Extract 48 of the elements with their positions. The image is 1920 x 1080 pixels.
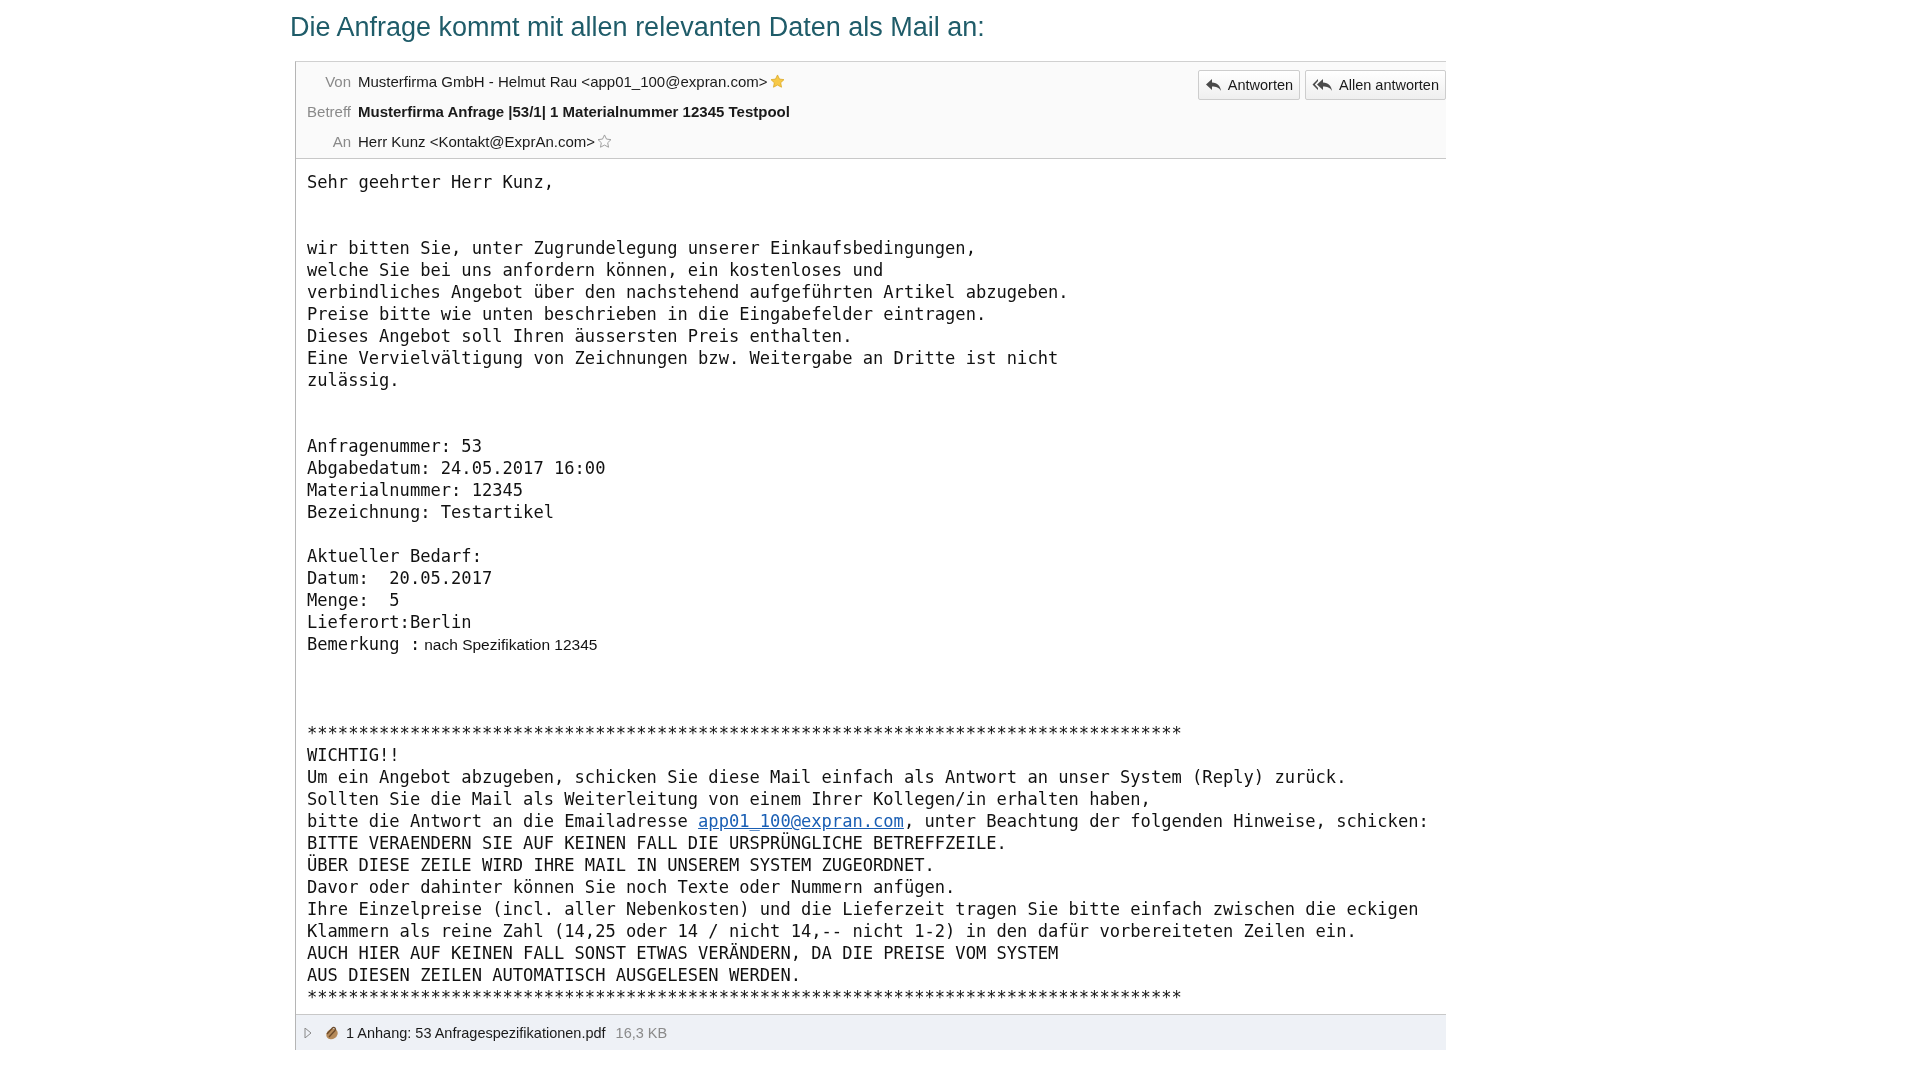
text-line: Sollten Sie die Mail als Weiterleitung von einem Ihrer Kollegen/in erhalten haben,: [307, 788, 1152, 810]
paperclip-icon: [324, 1024, 340, 1041]
text-line: WICHTIG!!: [307, 744, 401, 766]
text-line: Sehr geehrter Herr Kunz,: [307, 171, 555, 193]
header-value: Herr Kunz <Kontakt@ExprAn.com>: [358, 132, 595, 150]
page-heading: Die Anfrage kommt mit allen relevanten Daten als Mail an:: [290, 12, 986, 43]
reply-arrow-icon: [1204, 77, 1223, 93]
reply-all-button[interactable]: Allen antworten: [1305, 70, 1446, 100]
text-line: *************************************************************************************: [307, 986, 1183, 1008]
text-line: Lieferort:Berlin: [307, 611, 473, 633]
text-line: welche Sie bei uns anfordern können, ein kostenloses und: [307, 259, 885, 281]
text-line: Eine Vervielvältigung von Zeichnungen bzw. Weitergabe an Dritte ist nicht: [307, 347, 1060, 369]
text-line: zulässig.: [307, 369, 401, 391]
text-line: Klammern als reine Zahl (14,25 oder 14 / nicht 14,-- nicht 1-2) in den dafür vorbereiteten Zeilen ein.: [307, 920, 1358, 942]
text-line: verbindliches Angebot über den nachstehend aufgeführten Artikel abzugeben.: [307, 281, 1070, 303]
star-icon[interactable]: [769, 73, 785, 89]
text-line: Datum: 20.05.2017: [307, 567, 494, 589]
text-line: Materialnummer: 12345: [307, 479, 525, 501]
text-line: Um ein Angebot abzugeben, schicken Sie diese Mail einfach als Antwort an unser System (Reply) zurück.: [307, 766, 1348, 788]
header-value: Musterfirma Anfrage |53/1| 1 Materialnummer 12345 Testpool: [358, 102, 790, 120]
text-line: Dieses Angebot soll Ihren äussersten Preis enthalten.: [307, 325, 854, 347]
text-line: Anfragenummer: 53: [307, 435, 483, 457]
star-icon[interactable]: [597, 133, 612, 149]
text-line: Ihre Einzelpreise (incl. aller Nebenkosten) und die Lieferzeit tragen Sie bitte einfach zwischen die eckigen: [307, 898, 1420, 920]
attachment-size: 16,3 KB: [615, 1024, 668, 1041]
header-label: Von: [324, 72, 351, 90]
text-line: Menge: 5: [307, 589, 401, 611]
header-value: Musterfirma GmbH - Helmut Rau <app01_100@expran.com>: [358, 72, 768, 90]
attachment-name[interactable]: 1 Anhang: 53 Anfragespezifikationen.pdf: [346, 1024, 606, 1041]
text-line: wir bitten Sie, unter Zugrundelegung unserer Einkaufsbedingungen,: [307, 237, 977, 259]
reply-button[interactable]: Antworten: [1197, 70, 1301, 100]
text-line: Abgabedatum: 24.05.2017 16:00: [307, 457, 607, 479]
text-line: Preise bitte wie unten beschrieben in die Eingabefelder eintragen.: [307, 303, 988, 325]
text-line: Davor oder dahinter können Sie noch Texte oder Nummern anfügen.: [307, 876, 957, 898]
text-line: Aktueller Bedarf:: [307, 545, 483, 567]
double-reply-arrow-icon: [1312, 77, 1335, 93]
text-line: Bemerkung : nach Spezifikation 12345: [307, 633, 599, 656]
text-line: Bezeichnung: Testartikel: [307, 501, 555, 523]
expand-arrow-icon[interactable]: [304, 1027, 312, 1038]
header-label: An: [331, 132, 351, 150]
text-line: AUCH HIER AUF KEINEN FALL SONST ETWAS VERÄNDERN, DA DIE PREISE VOM SYSTEM: [307, 942, 1060, 964]
header-label: Betreff: [306, 102, 351, 120]
text-line: ÜBER DIESE ZEILE WIRD IHRE MAIL IN UNSEREM SYSTEM ZUGEORDNET.: [307, 854, 936, 876]
text-line: AUS DIESEN ZEILEN AUTOMATISCH AUSGELESEN WERDEN.: [307, 964, 802, 986]
text-line: BITTE VERAENDERN SIE AUF KEINEN FALL DIE URSPRÜNGLICHE BETREFFZEILE.: [307, 832, 1008, 854]
text-line: bitte die Antwort an die Emailadresse app01_100@expran.com, unter Beachtung der folgenden Hinweise, schicken:: [307, 810, 1430, 832]
text-line: *************************************************************************************: [307, 722, 1183, 744]
email-link[interactable]: app01_100@expran.com: [698, 811, 904, 831]
